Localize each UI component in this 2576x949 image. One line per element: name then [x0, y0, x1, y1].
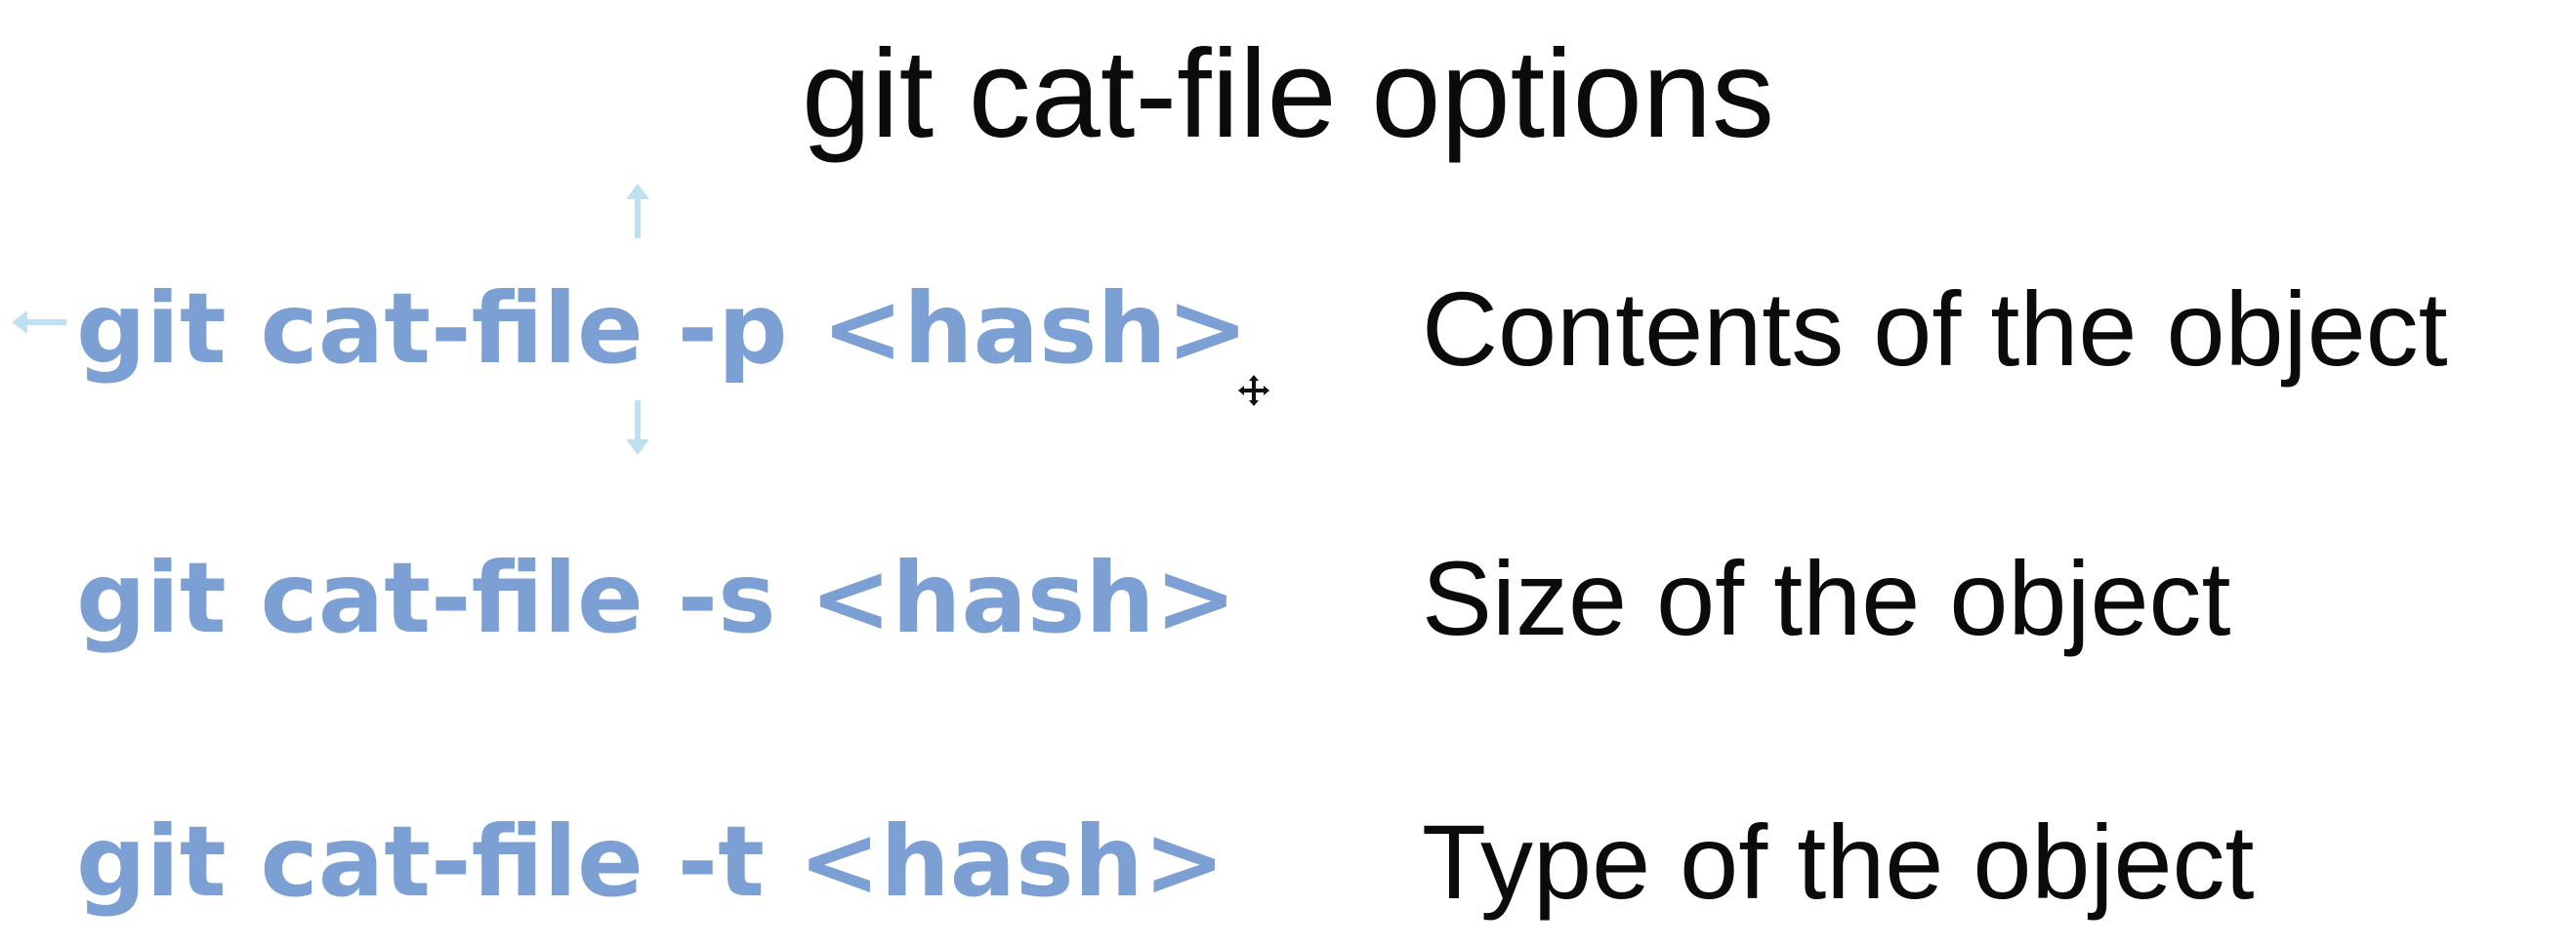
option-row-p: git cat-file -p <hash> Contents of the o… — [0, 256, 2576, 402]
command-text[interactable]: git cat-file -s <hash> — [76, 525, 1236, 672]
resize-handle-bottom-icon[interactable] — [618, 398, 657, 457]
resize-handle-top-icon[interactable] — [618, 182, 657, 240]
command-text[interactable]: git cat-file -t <hash> — [76, 789, 1226, 935]
slide-title: git cat-file options — [801, 24, 1775, 164]
resize-handle-left-icon[interactable] — [10, 303, 68, 342]
description-text: Type of the object — [1422, 803, 2255, 921]
option-row-s: git cat-file -s <hash> Size of the objec… — [0, 525, 2576, 672]
move-cursor-icon — [1238, 375, 1269, 406]
command-text[interactable]: git cat-file -p <hash> — [76, 256, 1248, 402]
description-text: Size of the object — [1422, 539, 2231, 657]
description-text: Contents of the object — [1422, 269, 2448, 388]
slide: git cat-file options git cat-file -p <ha… — [0, 0, 2576, 949]
option-row-t: git cat-file -t <hash> Type of the objec… — [0, 789, 2576, 935]
